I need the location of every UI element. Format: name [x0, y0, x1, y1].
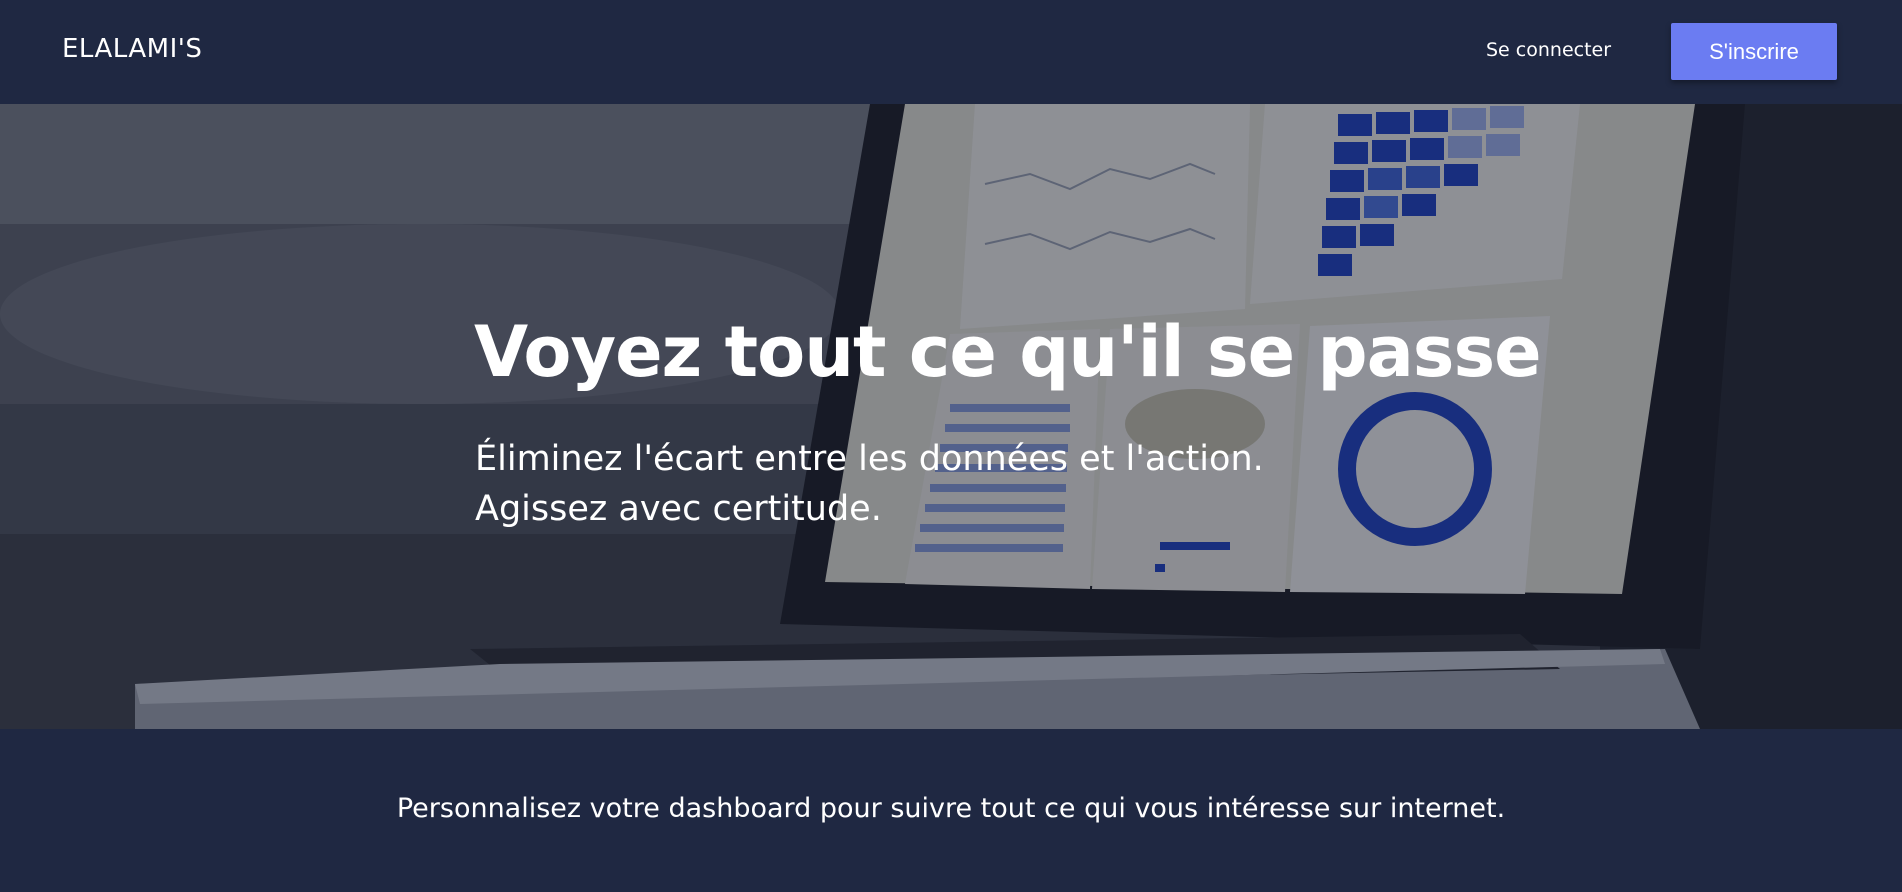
- tagline-section: Personnalisez votre dashboard pour suivr…: [0, 729, 1902, 892]
- tagline-text: Personnalisez votre dashboard pour suivr…: [396, 793, 1506, 824]
- signup-button[interactable]: S'inscrire: [1671, 23, 1837, 80]
- login-link[interactable]: Se connecter: [1486, 39, 1611, 61]
- hero-subtitle: Éliminez l'écart entre les données et l'…: [475, 439, 1264, 529]
- hero-section: Voyez tout ce qu'il se passe Éliminez l'…: [0, 104, 1902, 729]
- top-navbar: ELALAMI'S Se connecter S'inscrire: [0, 0, 1902, 104]
- hero-overlay: [0, 104, 1902, 729]
- brand-logo[interactable]: ELALAMI'S: [62, 34, 202, 64]
- hero-title: Voyez tout ce qu'il se passe: [474, 311, 1542, 393]
